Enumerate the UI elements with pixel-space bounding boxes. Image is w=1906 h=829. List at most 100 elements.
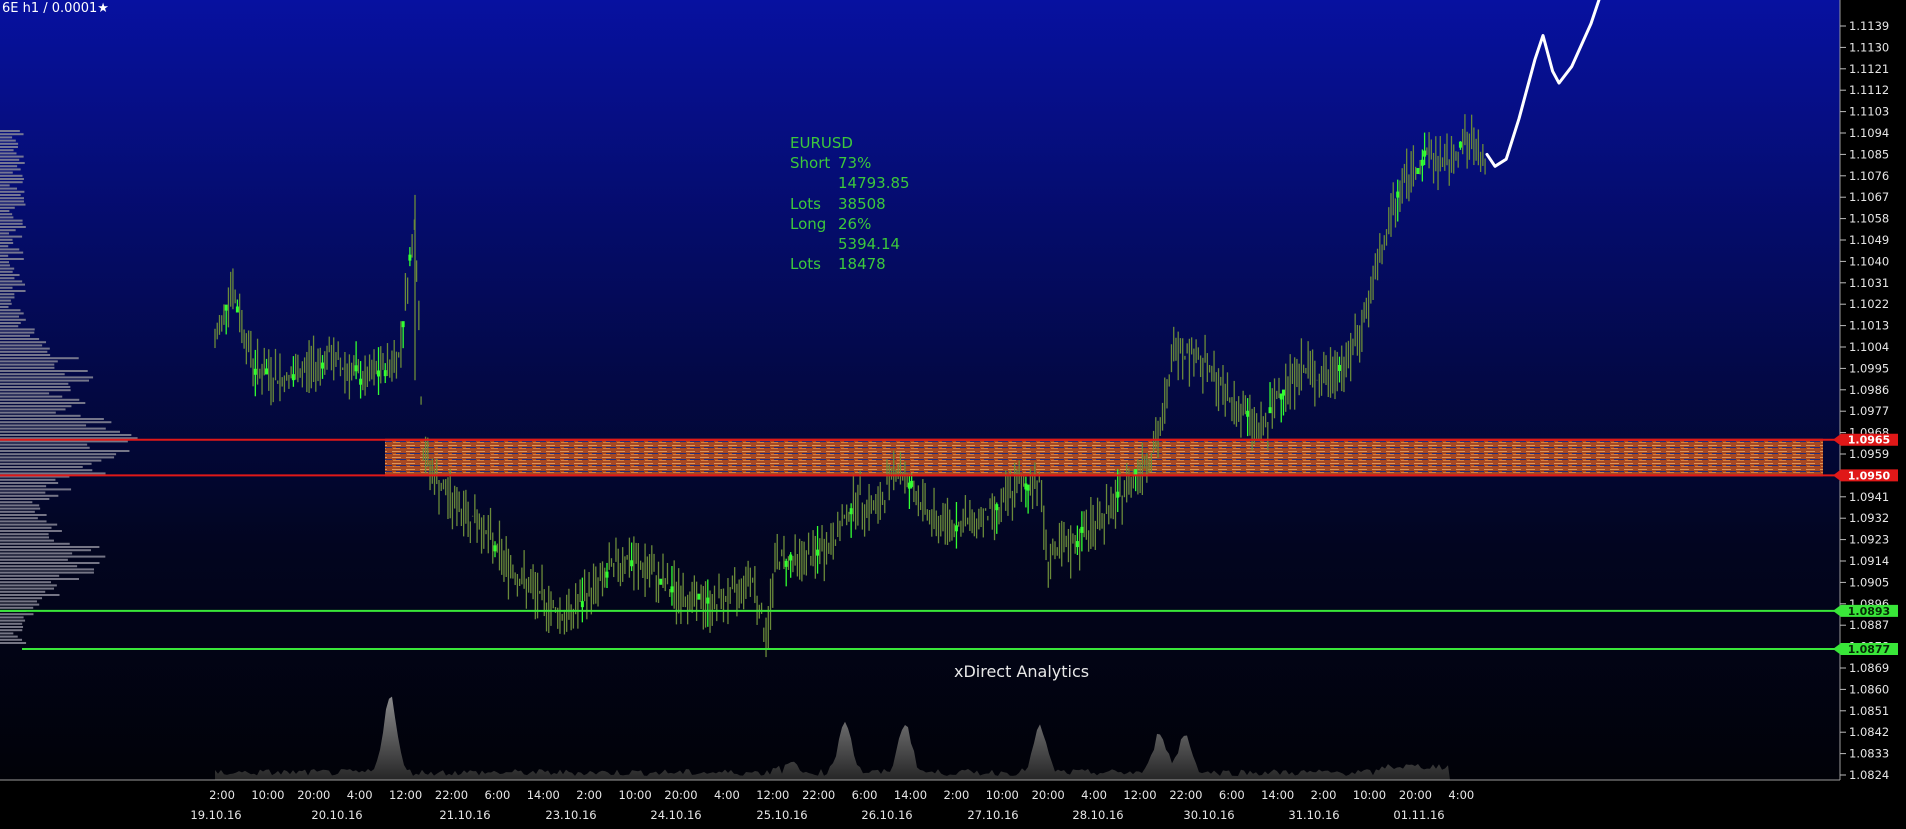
profile-bar <box>0 459 102 462</box>
profile-bar <box>0 168 21 171</box>
profile-bar <box>0 158 20 161</box>
profile-bar <box>0 270 13 273</box>
profile-bar <box>0 453 117 456</box>
price-chart[interactable]: 1.1139 1.1130 1.1121 1.1112 1.1103 1.1094 1.10… <box>0 0 1906 829</box>
profile-bar <box>0 507 41 510</box>
price-tag-label: 1.0965 <box>1848 434 1890 447</box>
price-tick-label: 1.1040 <box>1849 254 1889 268</box>
price-tick-label: 1.1076 <box>1849 169 1889 183</box>
profile-bar <box>0 350 48 353</box>
price-tick-label: 1.1103 <box>1849 105 1889 119</box>
candle-body <box>291 374 295 381</box>
profile-bar <box>0 619 26 622</box>
profile-bar <box>0 242 14 244</box>
stats-symbol-row: EURUSD <box>790 133 910 153</box>
profile-bar <box>0 360 58 363</box>
profile-bar <box>0 146 18 148</box>
time-tick-label: 22:00 <box>435 788 468 802</box>
profile-bar <box>0 322 21 324</box>
date-tick-label: 26.10.16 <box>861 808 912 822</box>
stats-short-lots-row: Lots 38508 <box>790 194 910 214</box>
price-tick-label: 1.0860 <box>1849 682 1889 696</box>
candle-body <box>1116 491 1120 498</box>
profile-bar <box>0 203 26 206</box>
price-tick-label: 1.1067 <box>1849 190 1889 204</box>
sentiment-panel: EURUSD Short 73% 14793.85 Lots 38508 Long 2… <box>790 133 910 274</box>
profile-bar <box>0 130 20 132</box>
profile-bar <box>0 248 20 251</box>
profile-bar <box>0 334 31 337</box>
profile-bar <box>0 286 13 289</box>
profile-bar <box>0 299 11 302</box>
profile-bar <box>0 632 14 635</box>
price-tick-label: 1.1130 <box>1849 40 1889 54</box>
profile-bar <box>0 510 35 513</box>
price-tick-label: 1.1013 <box>1849 319 1889 333</box>
profile-bar <box>0 347 50 350</box>
time-tick-label: 14:00 <box>894 788 927 802</box>
time-tick-label: 20:00 <box>664 788 697 802</box>
profile-bar <box>0 155 24 158</box>
profile-bar <box>0 411 56 414</box>
time-tick-label: 22:00 <box>1169 788 1202 802</box>
candle-body <box>630 560 634 567</box>
price-tag-label: 1.0950 <box>1848 469 1891 482</box>
time-tick-label: 14:00 <box>527 788 560 802</box>
candle-body <box>697 593 701 600</box>
time-tick-label: 22:00 <box>802 788 835 802</box>
profile-bar <box>0 306 9 308</box>
time-tick-label: 10:00 <box>251 788 284 802</box>
profile-bar <box>0 213 13 216</box>
price-tick-label: 1.0941 <box>1849 490 1889 504</box>
price-tick-label: 1.0977 <box>1849 404 1889 418</box>
profile-bar <box>0 466 83 468</box>
profile-bar <box>0 642 27 644</box>
profile-bar <box>0 581 52 584</box>
price-tick-label: 1.1085 <box>1849 147 1889 161</box>
profile-bar <box>0 331 35 334</box>
candle-body <box>1458 141 1462 148</box>
candle-body <box>1281 389 1285 396</box>
candle-body <box>789 554 793 561</box>
stats-short-row: Short 73% <box>790 153 910 173</box>
profile-bar <box>0 430 120 433</box>
profile-bar <box>0 187 18 190</box>
profile-bar <box>0 638 23 641</box>
instrument-label: 6E h1 / 0.0001 <box>2 1 98 16</box>
profile-bar <box>0 574 60 577</box>
star-icon[interactable]: ★ <box>97 1 109 16</box>
candle-body <box>849 508 853 515</box>
candle-body <box>670 586 674 593</box>
profile-bar <box>0 626 24 628</box>
stats-symbol: EURUSD <box>790 134 853 152</box>
profile-bar <box>0 552 73 555</box>
profile-bar <box>0 590 46 593</box>
profile-bar <box>0 344 43 347</box>
profile-bar <box>0 498 50 500</box>
profile-bar <box>0 622 23 625</box>
time-tick-label: 20:00 <box>1032 788 1065 802</box>
profile-bar <box>0 222 23 225</box>
date-tick-label: 31.10.16 <box>1288 808 1339 822</box>
candle-body <box>493 545 497 552</box>
price-tick-label: 1.0887 <box>1849 618 1889 632</box>
profile-bar <box>0 254 9 257</box>
chart-background <box>0 0 1840 780</box>
profile-bar <box>0 178 24 180</box>
profile-bar <box>0 389 71 392</box>
profile-bar <box>0 530 62 532</box>
price-tick-label: 1.1031 <box>1849 276 1889 290</box>
instrument-header[interactable]: 6E h1 / 0.0001★ <box>2 1 109 16</box>
candle-body <box>706 597 710 604</box>
price-tick-label: 1.1049 <box>1849 233 1889 247</box>
profile-bar <box>0 232 9 235</box>
profile-bar <box>0 597 43 600</box>
profile-bar <box>0 629 23 632</box>
profile-bar <box>0 328 35 331</box>
profile-bar <box>0 635 18 638</box>
candle-body <box>224 304 228 311</box>
long-lots-label: Lots <box>790 255 821 274</box>
candle-body <box>1080 526 1084 533</box>
profile-bar <box>0 469 93 472</box>
profile-bar <box>0 587 55 590</box>
